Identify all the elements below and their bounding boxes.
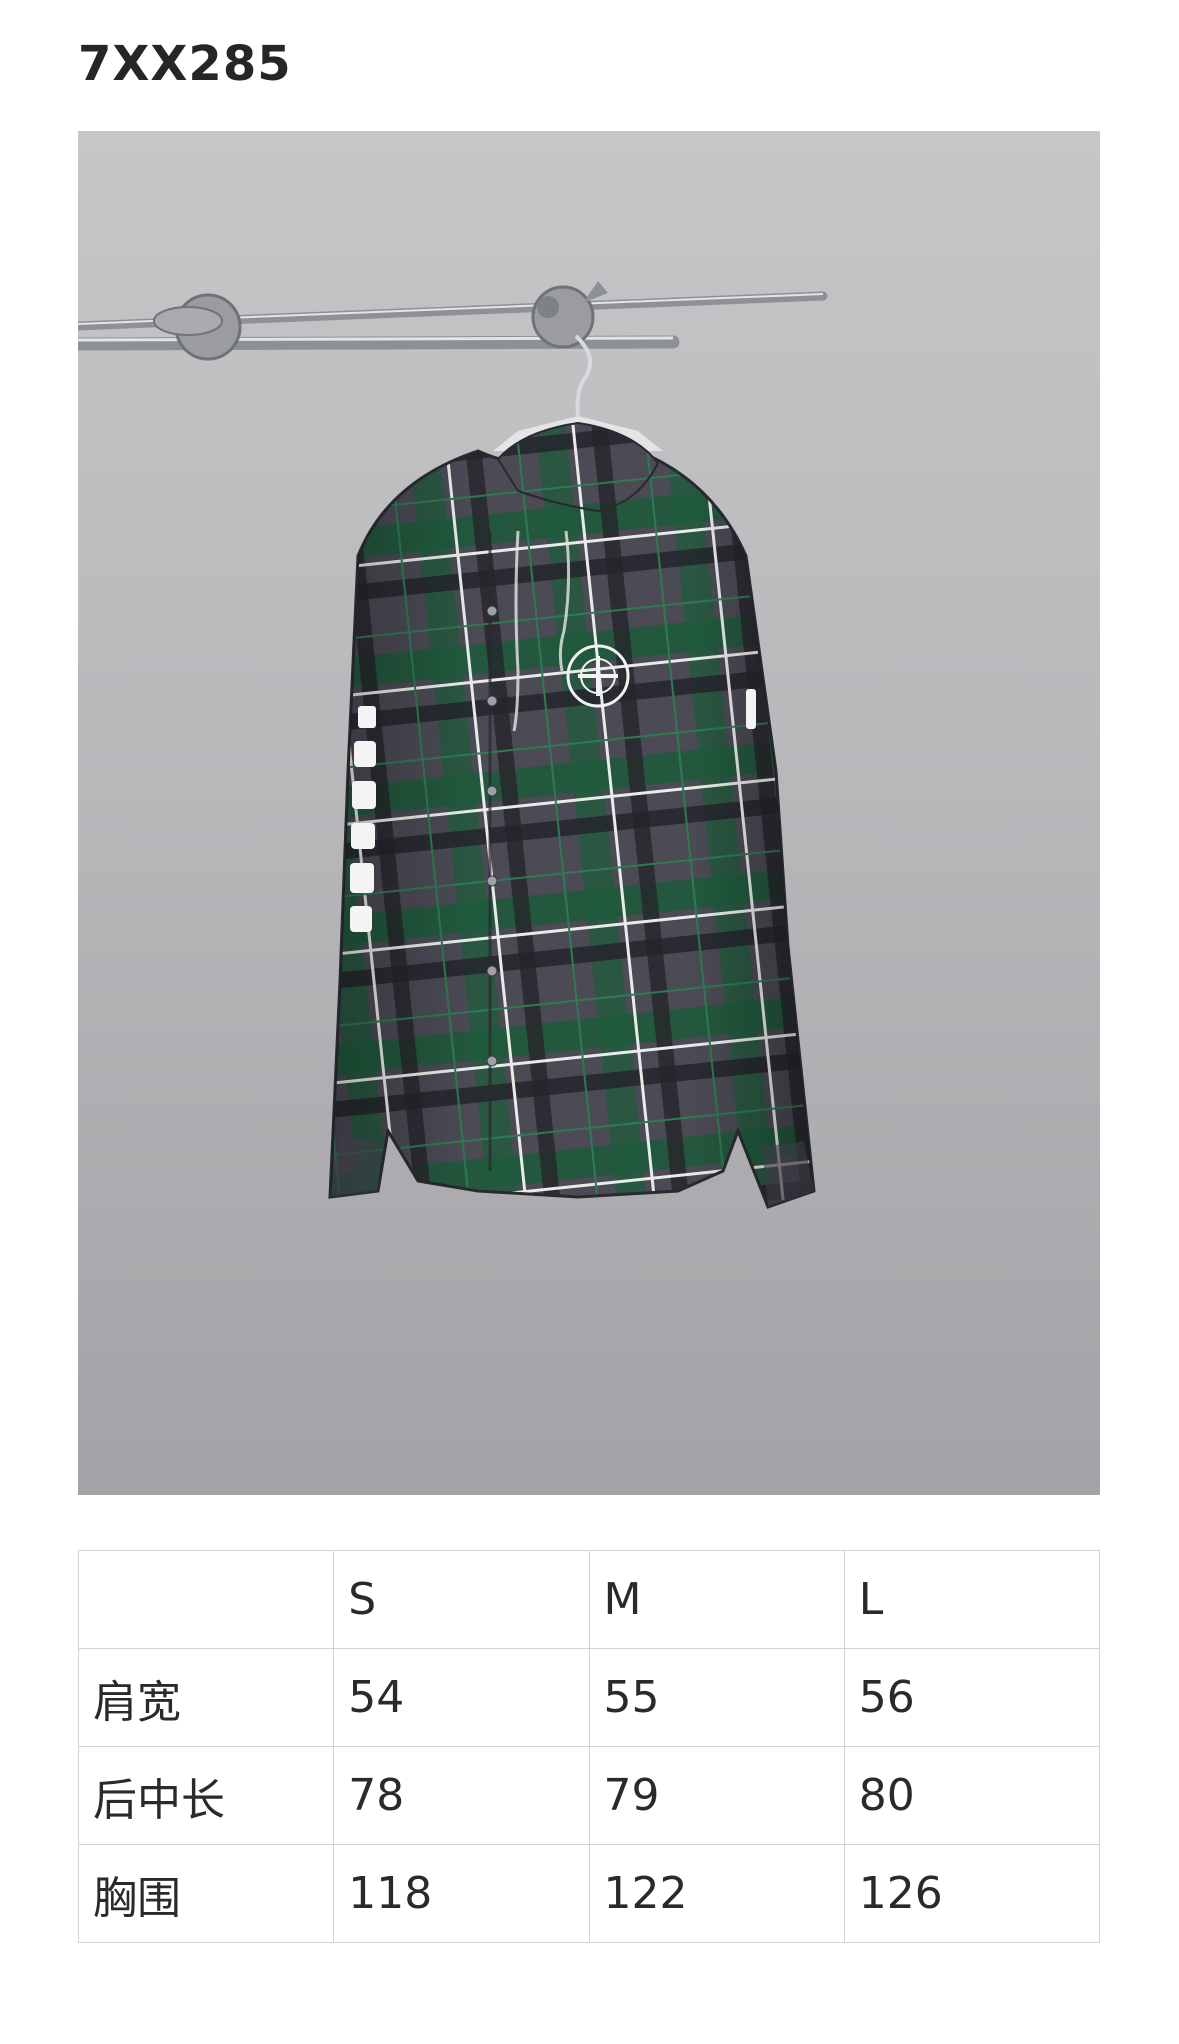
table-cell: 56 [843,1648,1101,1747]
table-row: 后中长 78 79 80 [77,1746,1101,1845]
table-cell: 80 [843,1746,1101,1845]
product-code: 7XX285 [78,36,292,92]
table-cell: 122 [588,1844,845,1943]
table-cell: 55 [588,1648,845,1747]
table-cell: 126 [843,1844,1101,1943]
table-cell: 54 [333,1648,590,1747]
clothing-rail [78,281,828,361]
table-cell: 118 [333,1844,590,1943]
row-label-shoulder: 肩宽 [77,1648,335,1747]
table-row: 肩宽 54 55 56 [77,1648,1101,1747]
header-size-s: S [333,1550,590,1649]
header-size-m: M [588,1550,845,1649]
table-cell: 79 [588,1746,845,1845]
table-row: 胸围 118 122 126 [77,1844,1101,1943]
plaid-hooded-shirt [328,421,816,1209]
size-table-header-row: S M L [77,1550,1101,1649]
row-label-chest: 胸围 [77,1844,335,1943]
size-table: S M L 肩宽 54 55 56 后中长 78 79 80 胸围 118 12… [77,1550,1101,1943]
row-label-back-length: 后中长 [77,1746,335,1845]
header-empty-cell [77,1550,335,1649]
product-photo [78,131,1100,1495]
table-cell: 78 [333,1746,590,1845]
shirt-illustration [78,281,828,1209]
header-size-l: L [843,1550,1101,1649]
